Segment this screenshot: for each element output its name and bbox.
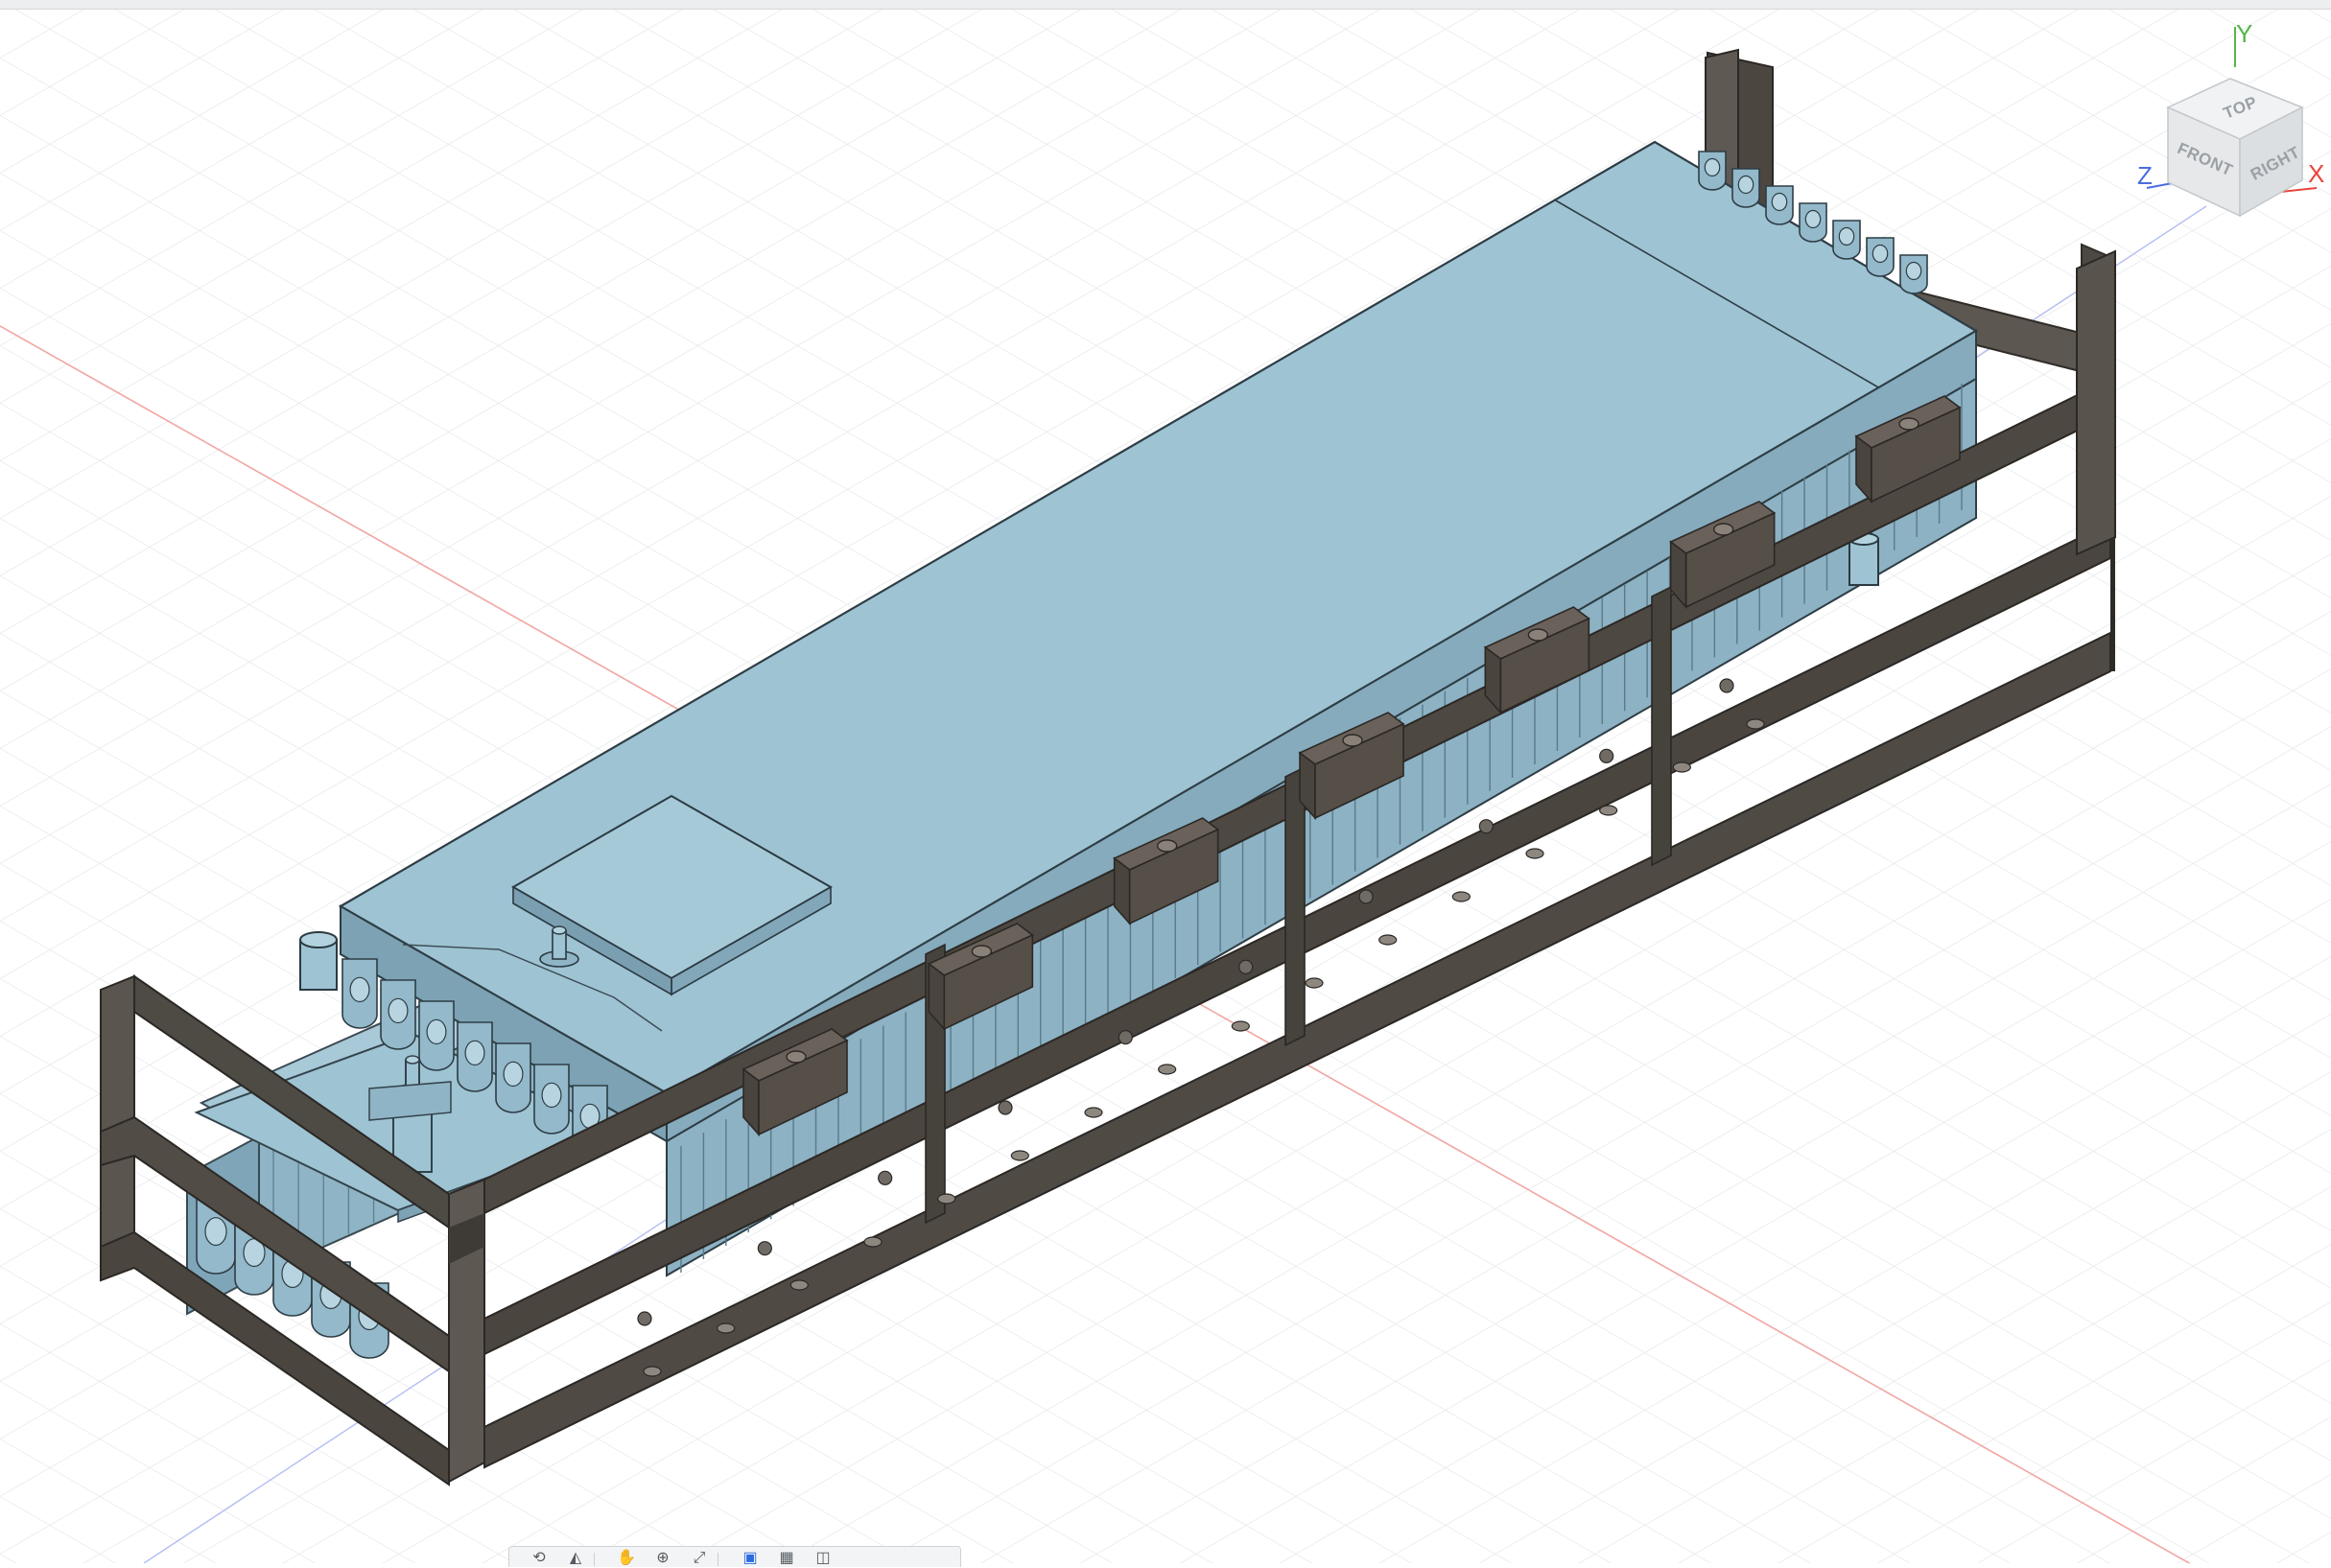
bolt-socket (1719, 678, 1734, 693)
scallop-knob (503, 1061, 524, 1088)
bolt-socket (1599, 748, 1614, 763)
bolt-socket (1358, 889, 1374, 904)
bolt-head (1746, 718, 1765, 730)
bolt-head (1378, 934, 1398, 946)
x-axis-label: X (2308, 159, 2324, 188)
scallop-knob (1838, 226, 1855, 246)
scallop-knob (388, 997, 409, 1024)
bracket-bolt (1527, 628, 1549, 642)
hand-icon: ✋ (617, 1550, 636, 1566)
bolt-head (789, 1279, 809, 1291)
bolt-socket (998, 1100, 1013, 1115)
bracket-bolt (1342, 734, 1363, 747)
look-at-tool[interactable]: ◭ (557, 1551, 594, 1568)
bolt-head (1305, 977, 1324, 989)
top-toolbar-edge (0, 0, 2331, 10)
fit-icon: ⤢ (693, 1550, 706, 1566)
bolt-head (1231, 1020, 1250, 1032)
bolt-socket (1478, 819, 1494, 834)
bolt-head (1599, 805, 1618, 816)
bolt-socket (757, 1241, 772, 1256)
bolt-socket (1118, 1030, 1133, 1045)
bracket-bolt (1156, 839, 1178, 853)
bolt-head (937, 1193, 956, 1205)
navigation-toolbar: ⟲ ◭ ✋ ⊕ ⤢ ▣ ▦ ◫ (508, 1546, 961, 1567)
bracket-bolt (971, 945, 993, 958)
bolt-socket (878, 1170, 893, 1185)
scallop-knob (1872, 244, 1889, 264)
display-icon: ▣ (742, 1550, 758, 1566)
bracket-bolt (786, 1050, 807, 1064)
bracket-bolt (1712, 523, 1734, 536)
viewports-icon: ◫ (815, 1550, 831, 1566)
bolt-head (1525, 848, 1544, 859)
scallop-knob (1771, 192, 1788, 212)
toolbar-separator (718, 1553, 732, 1566)
scallop-knob (1704, 157, 1721, 177)
pan-tool[interactable]: ✋ (608, 1551, 645, 1568)
scallop-knob (204, 1217, 227, 1247)
bracket-bolt (1898, 417, 1919, 431)
bolt-head (643, 1366, 662, 1377)
grid-settings-tool[interactable]: ▦ (768, 1551, 805, 1568)
bolt-head (863, 1236, 883, 1248)
toolbar-separator (594, 1553, 608, 1566)
bolt-head (1158, 1064, 1177, 1075)
scallop-knob (349, 976, 370, 1003)
scallop-knob (541, 1082, 562, 1109)
fit-tool[interactable]: ⤢ (681, 1551, 718, 1568)
grid-icon: ▦ (779, 1550, 794, 1566)
display-settings-tool[interactable]: ▣ (732, 1551, 768, 1568)
zoom-icon: ⊕ (656, 1550, 670, 1566)
view-cube[interactable]: Y X Z TOP FRONT RIGHT (2120, 19, 2331, 230)
y-axis-label: Y (2236, 19, 2252, 48)
scallop-knob (1905, 261, 1922, 281)
bolt-head (1451, 891, 1471, 902)
z-axis-label: Z (2137, 161, 2153, 190)
scallop-knob (426, 1018, 447, 1045)
orbit-tool[interactable]: ⟲ (521, 1551, 557, 1568)
bolt-socket (637, 1311, 652, 1326)
orbit-icon: ⟲ (532, 1550, 546, 1566)
look-at-icon: ◭ (569, 1550, 582, 1566)
bolt-head (1010, 1150, 1029, 1161)
bolt-head (717, 1322, 736, 1334)
3d-viewport[interactable] (0, 10, 2331, 1563)
zoom-tool[interactable]: ⊕ (645, 1551, 681, 1568)
scallop-knob (464, 1040, 485, 1066)
viewports-tool[interactable]: ◫ (805, 1551, 841, 1568)
scallop-knob (1737, 175, 1754, 195)
bolt-head (1672, 761, 1691, 773)
bolt-socket (1238, 959, 1254, 974)
upper-near-endcap[interactable] (299, 931, 338, 991)
scallop-knob (1804, 209, 1822, 229)
bolt-head (1084, 1107, 1103, 1118)
